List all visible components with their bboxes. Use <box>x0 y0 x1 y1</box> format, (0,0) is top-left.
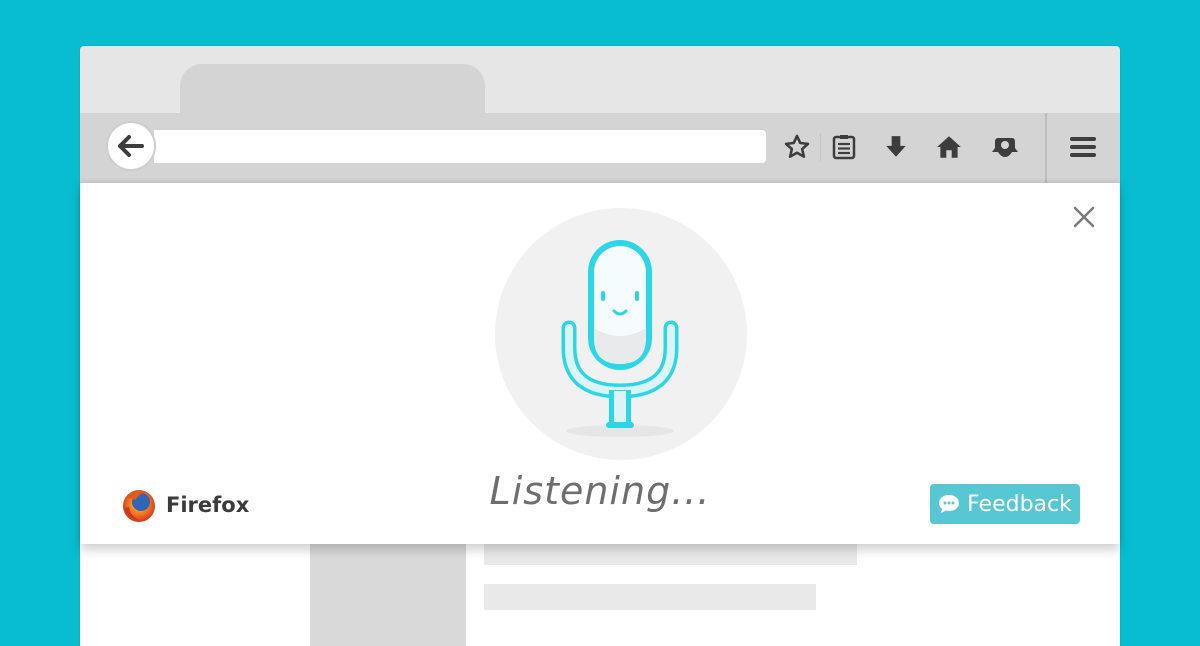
url-bar[interactable] <box>154 130 766 163</box>
menu-separator <box>1045 113 1047 183</box>
home-icon <box>937 136 961 158</box>
browser-toolbar <box>80 113 1120 183</box>
brand-name: Firefox <box>166 493 250 517</box>
close-icon <box>1073 206 1095 228</box>
close-button[interactable] <box>1070 203 1098 231</box>
hamburger-menu-icon <box>1070 137 1096 157</box>
firefox-brand: Firefox <box>120 485 249 525</box>
firefox-logo-icon <box>123 490 155 522</box>
microphone-icon <box>561 240 679 437</box>
browser-tab[interactable] <box>180 64 485 114</box>
home-button[interactable] <box>933 131 965 163</box>
voice-search-panel: Listening... Firefox Feedback <box>80 183 1120 544</box>
toolbar-separator <box>820 133 821 161</box>
feedback-label: Feedback <box>967 491 1072 517</box>
reading-list-icon <box>832 135 856 160</box>
back-arrow-icon <box>118 135 144 157</box>
reading-list-button[interactable] <box>828 131 860 163</box>
placeholder-line <box>484 543 857 565</box>
bookmark-star-button[interactable] <box>781 131 813 163</box>
pocket-button[interactable] <box>989 131 1021 163</box>
placeholder-line <box>484 584 816 610</box>
menu-button[interactable] <box>1067 131 1099 163</box>
feedback-button[interactable]: Feedback <box>930 484 1080 524</box>
download-icon <box>886 136 906 157</box>
chat-bubble-icon <box>939 495 960 513</box>
placeholder-image <box>310 543 466 646</box>
back-button[interactable] <box>106 121 156 171</box>
downloads-button[interactable] <box>880 131 912 163</box>
star-icon <box>784 134 810 158</box>
pocket-icon <box>992 138 1018 157</box>
